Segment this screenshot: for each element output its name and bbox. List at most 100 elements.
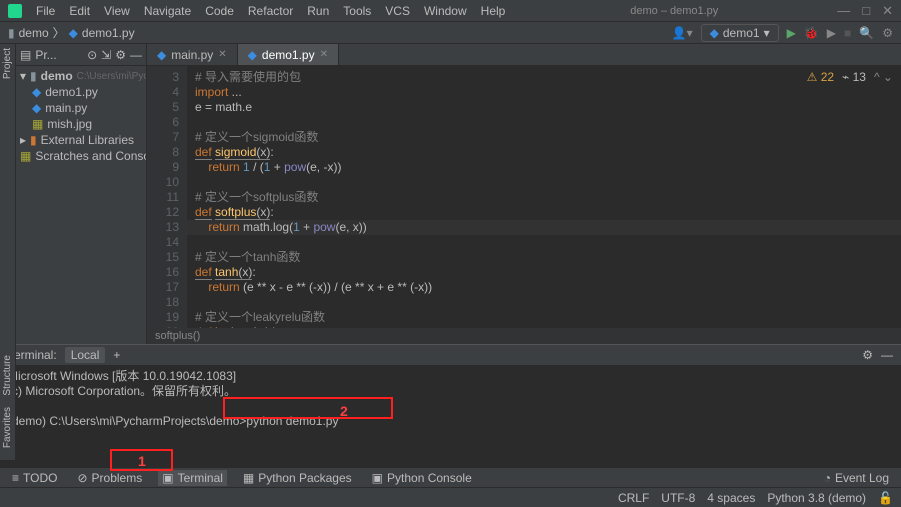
menubar: File Edit View Navigate Code Refactor Ru… [30, 2, 511, 20]
terminal-icon: ▣ [162, 471, 173, 485]
close-tab-icon[interactable]: ✕ [320, 49, 328, 60]
tab-problems[interactable]: ⊘Problems [73, 470, 146, 486]
tab-label: TODO [23, 471, 57, 485]
editor-tabs: ◆ main.py ✕ ◆ demo1.py ✕ [147, 44, 901, 66]
minimize-button[interactable]: — [837, 3, 850, 19]
tab-event-log[interactable]: ◔Event Log [820, 470, 893, 486]
new-terminal-button[interactable]: + [113, 348, 120, 362]
image-file-icon: ▦ [32, 117, 43, 131]
weak-warnings-count: ⌁ 13 [842, 70, 866, 84]
menu-tools[interactable]: Tools [337, 2, 377, 20]
run-with-coverage-button[interactable]: ▶ [827, 26, 836, 40]
tree-file-label: demo1.py [45, 85, 98, 99]
tree-scratches[interactable]: ▦ Scratches and Consoles [16, 148, 146, 164]
folder-icon: ▮ [30, 69, 37, 83]
maximize-button[interactable]: □ [862, 3, 870, 19]
project-tree-title: Pr... [35, 48, 56, 62]
interpreter[interactable]: Python 3.8 (demo) [767, 491, 866, 505]
titlebar: File Edit View Navigate Code Refactor Ru… [0, 0, 901, 22]
tree-item-label: Scratches and Consoles [35, 149, 147, 163]
tab-python-packages[interactable]: ▦Python Packages [239, 470, 356, 486]
search-icon[interactable]: 🔍 [859, 26, 874, 40]
code-editor[interactable]: ⚠ 22 ⌁ 13 ^ ⌄ 34567891011121314151617181… [147, 66, 901, 328]
menu-code[interactable]: Code [199, 2, 240, 20]
gear-icon[interactable]: ⚙ [115, 48, 126, 62]
settings-icon[interactable]: ⚙ [882, 26, 893, 40]
tab-python-console[interactable]: ▣Python Console [368, 470, 476, 486]
scratch-icon: ▦ [20, 149, 31, 163]
tab-label: Terminal [178, 471, 223, 485]
breadcrumb-file[interactable]: demo1.py [82, 26, 135, 40]
python-file-icon: ◆ [32, 101, 41, 115]
tree-external-libraries[interactable]: ▸▮External Libraries [16, 132, 146, 148]
menu-refactor[interactable]: Refactor [242, 2, 299, 20]
chevron-up-down-icon[interactable]: ^ ⌄ [874, 70, 893, 84]
tool-structure[interactable]: Structure [0, 351, 15, 400]
tab-todo[interactable]: ≡ TODO [8, 470, 61, 486]
run-config-selector[interactable]: ◆ demo1 ▾ [701, 24, 779, 42]
run-button[interactable]: ▶ [787, 26, 796, 40]
menu-vcs[interactable]: VCS [379, 2, 416, 20]
tool-favorites[interactable]: Favorites [0, 403, 15, 452]
tree-file-label: main.py [45, 101, 87, 115]
close-button[interactable]: ✕ [882, 3, 893, 19]
stop-button[interactable]: ■ [844, 26, 851, 40]
window-controls: — □ ✕ [837, 3, 893, 19]
project-tool-window: ▤ Pr... ⊙ ⇲ ⚙ — ▾ ▮ demo C:\Users\mi\Pyc… [16, 44, 147, 344]
terminal-body[interactable]: Microsoft Windows [版本 10.0.19042.1083] (… [0, 365, 901, 467]
line-separator[interactable]: CRLF [618, 491, 649, 505]
debug-button[interactable]: 🐞 [804, 26, 819, 40]
indent-setting[interactable]: 4 spaces [707, 491, 755, 505]
run-config-name: demo1 [723, 26, 760, 40]
left-tool-strip: Project Structure Favorites [0, 44, 16, 460]
user-icon[interactable]: 👤▾ [672, 26, 693, 40]
menu-navigate[interactable]: Navigate [138, 2, 197, 20]
tree-file-demo1[interactable]: ◆ demo1.py [16, 84, 146, 100]
editor-tab-main[interactable]: ◆ main.py ✕ [147, 44, 238, 65]
expand-all-icon[interactable]: ⇲ [101, 48, 111, 62]
library-icon: ▮ [30, 133, 37, 147]
tab-terminal[interactable]: ▣ Terminal [158, 470, 227, 486]
tree-root-label: demo [41, 69, 73, 83]
terminal-tab-local[interactable]: Local [65, 347, 106, 363]
tree-file-mish[interactable]: ▦ mish.jpg [16, 116, 146, 132]
tree-item-label: External Libraries [41, 133, 134, 147]
close-tab-icon[interactable]: ✕ [218, 49, 226, 60]
editor-gutter[interactable]: 3456789101112131415161718192021 [147, 66, 187, 328]
terminal-tool-window: Terminal: Local + ⚙ — Microsoft Windows … [0, 344, 901, 467]
project-tree-title-icon: ▤ [20, 48, 31, 62]
editor-tab-demo1[interactable]: ◆ demo1.py ✕ [238, 44, 339, 65]
project-tree-header: ▤ Pr... ⊙ ⇲ ⚙ — [16, 44, 146, 66]
project-tree-body[interactable]: ▾ ▮ demo C:\Users\mi\Pycharm ◆ demo1.py ◆… [16, 66, 146, 166]
tool-project[interactable]: Project [0, 44, 15, 83]
event-log-icon: ◔ [824, 471, 831, 485]
menu-run[interactable]: Run [301, 2, 335, 20]
terminal-prompt-line: (demo) C:\Users\mi\PycharmProjects\demo>… [8, 414, 893, 429]
console-icon: ▣ [372, 471, 383, 485]
python-file-icon: ◆ [157, 48, 166, 62]
tree-file-label: mish.jpg [47, 117, 92, 131]
select-opened-file-icon[interactable]: ⊙ [87, 48, 97, 62]
terminal-line: Microsoft Windows [版本 10.0.19042.1083] [8, 369, 893, 384]
editor-content[interactable]: # 导入需要使用的包import ...e = math.e# 定义一个sigm… [187, 66, 901, 328]
readonly-lock-icon[interactable]: 🔓 [878, 491, 893, 505]
editor-breadcrumb[interactable]: softplus() [147, 328, 901, 344]
python-icon: ◆ [710, 26, 719, 40]
file-encoding[interactable]: UTF-8 [661, 491, 695, 505]
hide-icon[interactable]: — [130, 48, 142, 62]
python-file-icon: ◆ [248, 48, 257, 62]
inspection-widget[interactable]: ⚠ 22 ⌁ 13 ^ ⌄ [807, 70, 893, 84]
breadcrumb-root[interactable]: demo [19, 26, 49, 40]
menu-view[interactable]: View [98, 2, 136, 20]
tree-root[interactable]: ▾ ▮ demo C:\Users\mi\Pycharm [16, 68, 146, 84]
tree-file-main[interactable]: ◆ main.py [16, 100, 146, 116]
menu-file[interactable]: File [30, 2, 61, 20]
menu-window[interactable]: Window [418, 2, 473, 20]
terminal-settings-icon[interactable]: ⚙ [862, 348, 873, 362]
menu-edit[interactable]: Edit [63, 2, 96, 20]
editor-tab-label: main.py [171, 48, 213, 62]
python-file-icon: ◆ [32, 85, 41, 99]
menu-help[interactable]: Help [475, 2, 512, 20]
terminal-hide-icon[interactable]: — [881, 348, 893, 362]
todo-icon: ≡ [12, 471, 19, 485]
